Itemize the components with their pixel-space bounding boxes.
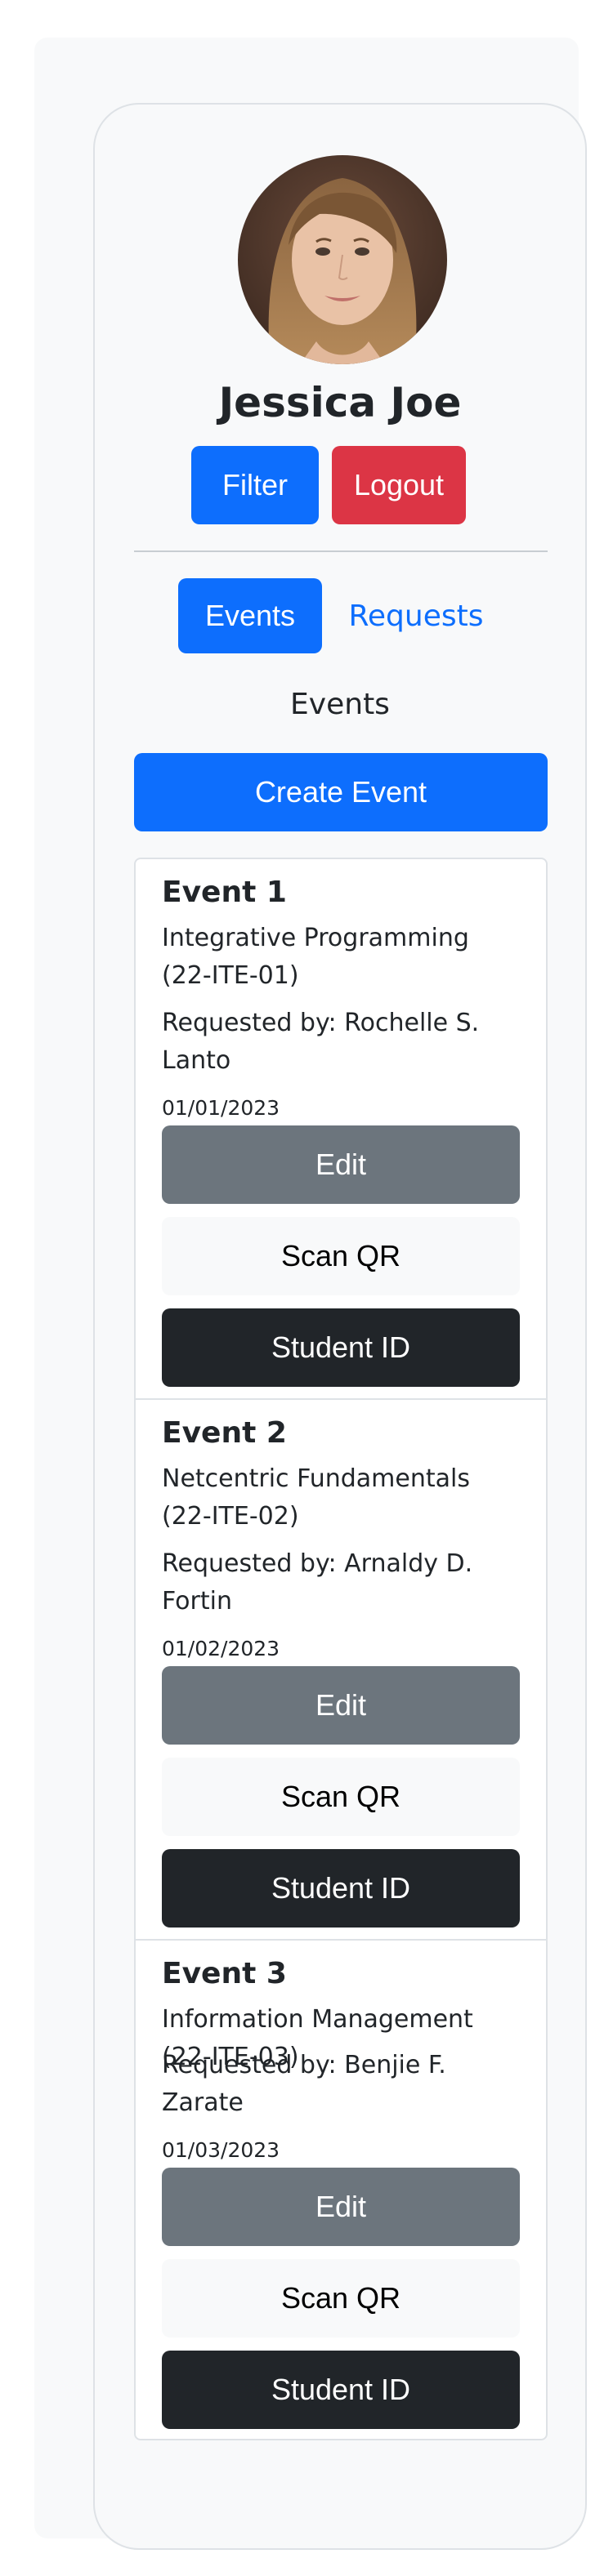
filter-button[interactable]: Filter bbox=[191, 446, 319, 524]
event-date: 01/03/2023 bbox=[162, 2138, 280, 2162]
event-date: 01/02/2023 bbox=[162, 1637, 280, 1660]
edit-button[interactable]: Edit bbox=[162, 2168, 520, 2246]
scan-qr-button[interactable]: Scan QR bbox=[162, 1758, 520, 1836]
create-event-button[interactable]: Create Event bbox=[134, 753, 548, 831]
scan-qr-button[interactable]: Scan QR bbox=[162, 1217, 520, 1295]
event-requested-by: Requested by: Benjie F. Zarate bbox=[162, 2051, 446, 2117]
event-requested-by: Requested by: Rochelle S. Lanto bbox=[162, 1009, 480, 1075]
student-id-button[interactable]: Student ID bbox=[162, 1308, 520, 1387]
student-id-button[interactable]: Student ID bbox=[162, 1849, 520, 1928]
tab-requests[interactable]: Requests bbox=[335, 578, 497, 653]
event-title: Event 2 bbox=[162, 1416, 287, 1450]
profile-card: Jessica Joe Filter Logout Events Request… bbox=[93, 103, 587, 2550]
event-item: Event 2 Netcentric Fundamentals (22-ITE-… bbox=[136, 1400, 546, 1939]
avatar bbox=[238, 155, 447, 364]
avatar-photo bbox=[238, 155, 447, 364]
event-title: Event 1 bbox=[162, 876, 287, 909]
edit-button[interactable]: Edit bbox=[162, 1666, 520, 1745]
event-item: Event 1 Integrative Programming (22-ITE-… bbox=[136, 859, 546, 1398]
page-background: Jessica Joe Filter Logout Events Request… bbox=[34, 38, 587, 2550]
event-course: Netcentric Fundamentals (22-ITE-02) bbox=[162, 1464, 470, 1531]
profile-name: Jessica Joe bbox=[218, 379, 462, 426]
logout-button[interactable]: Logout bbox=[332, 446, 466, 524]
event-course: Integrative Programming (22-ITE-01) bbox=[162, 924, 469, 990]
event-title: Event 3 bbox=[162, 1957, 287, 1990]
scan-qr-button[interactable]: Scan QR bbox=[162, 2259, 520, 2338]
section-title: Events bbox=[290, 688, 390, 721]
edit-button[interactable]: Edit bbox=[162, 1125, 520, 1204]
event-list: Event 1 Integrative Programming (22-ITE-… bbox=[134, 858, 548, 2440]
student-id-button[interactable]: Student ID bbox=[162, 2351, 520, 2429]
divider bbox=[134, 550, 548, 552]
event-date: 01/01/2023 bbox=[162, 1096, 280, 1120]
event-item: Event 3 Information Management (22-ITE-0… bbox=[136, 1941, 546, 2440]
event-requested-by: Requested by: Arnaldy D. Fortin bbox=[162, 1549, 473, 1616]
tab-events[interactable]: Events bbox=[178, 578, 322, 653]
